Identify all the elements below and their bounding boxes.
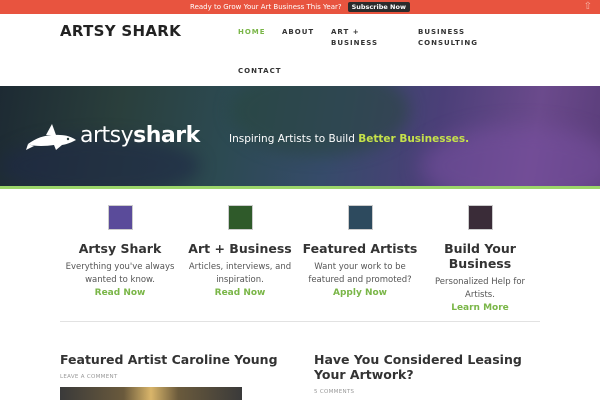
post-thumbnail[interactable] [60,387,242,400]
post-comments-link[interactable]: 5 COMMENTS [314,389,354,395]
post-title[interactable]: Featured Artist Caroline Young [60,352,300,367]
brand-wordmark: artsyshark [80,123,200,148]
nav-about[interactable]: ABOUT [282,27,314,38]
post-title[interactable]: Have You Considered Leasing Your Artwork… [314,352,554,382]
tagline-accent: Better Businesses. [358,133,470,145]
feature-featured-artists: Featured Artists Want your work to be fe… [300,205,420,298]
feature-thumbnail[interactable] [107,205,133,230]
banner-tagline: Inspiring Artists to Build Better Busine… [229,133,469,145]
section-divider [60,321,540,322]
brand-light: artsy [80,123,134,148]
nav-art-business[interactable]: ART + BUSINESS [331,27,378,49]
notification-bar: Ready to Grow Your Art Business This Yea… [0,0,600,14]
feature-title: Featured Artists [302,241,418,256]
notification-message: Ready to Grow Your Art Business This Yea… [190,3,342,11]
feature-description: Personalized Help for Artists. [434,277,526,300]
feature-description: Articles, interviews, and inspiration. [188,262,292,285]
feature-link[interactable]: Learn More [420,303,540,313]
feature-build-business: Build Your Business Personalized Help fo… [420,205,540,313]
subscribe-button[interactable]: Subscribe Now [347,2,410,12]
feature-description: Everything you've always wanted to know. [65,262,175,285]
post-comments-link[interactable]: LEAVE A COMMENT [60,374,118,380]
brand-bold: shark [133,123,200,148]
nav-art-business-line1: ART + [331,28,360,36]
up-arrow-icon[interactable]: ⇧ [584,1,592,12]
nav-contact[interactable]: CONTACT [238,66,282,77]
feature-thumbnail[interactable] [347,205,373,230]
banner-texture [230,86,410,156]
shark-icon [26,124,76,150]
nav-home-label: HOME [238,28,266,36]
tagline-prefix: Inspiring Artists to Build [229,133,359,145]
feature-description: Want your work to be featured and promot… [308,262,412,285]
banner-accent-line [0,186,600,189]
feature-artsy-shark: Artsy Shark Everything you've always wan… [60,205,180,298]
feature-thumbnail[interactable] [467,205,493,230]
site-title[interactable]: ARTSY SHARK [60,22,181,40]
nav-about-label: ABOUT [282,28,315,36]
feature-link[interactable]: Read Now [60,288,180,298]
feature-art-business: Art + Business Articles, interviews, and… [180,205,300,298]
nav-business-consulting-line2: CONSULTING [418,39,478,47]
nav-business-consulting-line1: BUSINESS [418,28,466,36]
nav-business-consulting[interactable]: BUSINESS CONSULTING [418,27,478,49]
nav-art-business-line2: BUSINESS [331,39,379,47]
feature-link[interactable]: Read Now [180,288,300,298]
feature-thumbnail[interactable] [227,205,253,230]
feature-title: Build Your Business [444,241,516,271]
feature-title: Artsy Shark [78,241,162,256]
nav-home[interactable]: HOME [238,27,266,38]
feature-title: Art + Business [188,241,292,256]
feature-link[interactable]: Apply Now [300,288,420,298]
nav-contact-label: CONTACT [238,67,282,75]
